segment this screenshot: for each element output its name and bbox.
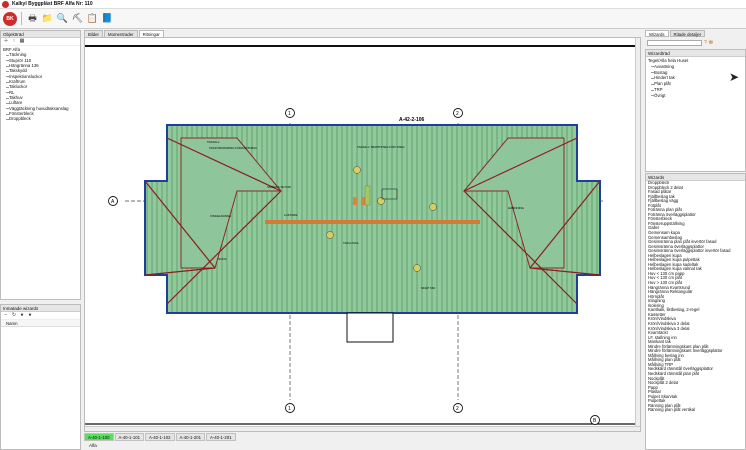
drawing-label: NOCK — [218, 257, 227, 261]
main-toolbar: BK 🖶 📁 🔍 ⛏ 📋 📘 — [0, 9, 746, 29]
vertical-scrollbar[interactable] — [635, 38, 640, 431]
entered-wizards-toolbar: − ↻ ● ● — [1, 312, 80, 320]
status-text: Alfa — [89, 443, 97, 448]
up-arrow-icon[interactable]: ↑ — [11, 39, 17, 44]
sheet-tab[interactable]: A-40-1-102 — [145, 433, 175, 441]
mouse-cursor-icon: ➤ — [729, 70, 740, 84]
print-icon[interactable]: 🖶 — [26, 12, 39, 25]
toolbar-separator — [21, 12, 22, 25]
tab-ritningar[interactable]: Ritningar — [138, 30, 164, 37]
object-tree-panel: Objektträd ＋ ↑ ▦ BRF Alfa Täckning Stupr… — [0, 30, 81, 300]
wizards-list-panel: Wizards Droppbleck Droppbleck 2 delat Fa… — [645, 173, 746, 450]
window-title: Kalkyl Byggpläst BRF Alfa Nr: 110 — [12, 1, 93, 7]
tab-wizards[interactable]: Wizards — [645, 30, 669, 37]
grid-label-2: 2 — [456, 111, 459, 117]
add-icon[interactable]: ＋ — [3, 39, 9, 44]
ridge-beam-left — [277, 220, 297, 224]
filter-icon[interactable]: ⛃ — [709, 40, 713, 46]
frame-line-top — [85, 45, 637, 47]
clipboard-icon[interactable]: 📋 — [86, 12, 99, 25]
drawing-label: TAKFÖRSÄKRING FÖRFÄKTNING — [209, 146, 257, 150]
wizard-tool-row: ? ⛃ — [645, 38, 745, 48]
wizard-tree-panel: Wizardträd Tegel/Alla hela Huset Avvattn… — [645, 49, 746, 172]
horizontal-scrollbar[interactable] — [85, 426, 640, 431]
wizard-search-input[interactable] — [647, 40, 702, 46]
drawing-label: TAKLUCKA — [343, 241, 359, 245]
book-icon[interactable]: 📘 — [101, 12, 114, 25]
tool-icon[interactable]: ⛏ — [71, 12, 84, 25]
roof-plan-drawing: 1 2 1 2 A B A-42-2-106 TAKFALL TAKFÖRSÄK… — [85, 45, 637, 425]
search-icon[interactable]: 🔍 — [56, 12, 69, 25]
ridge-beam-right — [429, 220, 472, 224]
sheet-reference: A-42-2-106 — [399, 117, 425, 123]
circle-icon[interactable]: ● — [19, 313, 25, 318]
grid-label-1: 1 — [288, 111, 291, 117]
drawing-label: TAKFALL TRAPPSTEG FÖR STEG — [357, 145, 405, 149]
brand-logo-icon[interactable]: BK — [3, 11, 17, 26]
folder-icon[interactable]: 📁 — [41, 12, 54, 25]
wizard-tree-title: Wizardträd — [646, 50, 745, 57]
wizard-list-item[interactable]: Ränning plan plåt vertikal — [648, 408, 745, 413]
drawing-label: VINKELRÄNNA — [210, 214, 231, 218]
drawing-label: HÅRDNING — [508, 205, 525, 210]
wizard-tree-item[interactable]: Övrigt — [648, 93, 745, 99]
grid-icon[interactable]: ▦ — [19, 39, 25, 44]
entered-wizards-title: Inmatade wizards — [1, 305, 80, 312]
title-bar: Kalkyl Byggpläst BRF Alfa Nr: 110 — [0, 0, 746, 9]
tab-ritade-detaljer[interactable]: Ritade detaljer — [669, 30, 706, 37]
tree-item[interactable]: Droppbleck — [3, 116, 80, 121]
drawing-label: TAKFALL — [207, 140, 220, 144]
drawing-canvas[interactable]: 1 2 1 2 A B A-42-2-106 TAKFALL TAKFÖRSÄK… — [84, 37, 641, 432]
circle-icon[interactable]: ● — [27, 313, 33, 318]
sheet-tab[interactable]: A-40-1-101 — [114, 433, 144, 441]
tab-momentrader[interactable]: Momentrader — [104, 30, 138, 37]
name-column-header[interactable]: Namn — [1, 320, 80, 327]
grid-label-2-bottom: 2 — [456, 406, 459, 412]
drawing-label: LUFTARE — [284, 213, 297, 217]
wizards-list-title: Wizards — [646, 174, 745, 181]
wizards-list: Droppbleck Droppbleck 2 delat Fasad plåt… — [646, 181, 745, 413]
tab-bilder[interactable]: Bilder — [84, 30, 103, 37]
refresh-icon[interactable]: ↻ — [11, 313, 17, 318]
chimney-box — [346, 312, 394, 343]
minus-icon[interactable]: − — [3, 313, 9, 318]
sheet-tab[interactable]: A-40-1-201 — [175, 433, 205, 441]
entered-wizards-panel: Inmatade wizards − ↻ ● ● Namn — [0, 304, 81, 450]
drawing-label: SNÖRAS SKYDD — [267, 185, 292, 189]
drawing-label: SKÅP TAK — [421, 285, 435, 290]
sheet-tab[interactable]: A-40-1-100 — [84, 433, 114, 441]
object-tree-title: Objektträd — [1, 31, 80, 38]
object-tree-toolbar: ＋ ↑ ▦ — [1, 38, 80, 46]
sheet-tab[interactable]: A-40-1-201 — [206, 433, 236, 441]
app-logo-icon — [2, 0, 9, 8]
help-icon[interactable]: ? — [704, 40, 707, 46]
object-tree: BRF Alfa Täckning Stuprör 110 Hängränna … — [1, 46, 80, 122]
grid-label-1-bottom: 1 — [288, 406, 291, 412]
